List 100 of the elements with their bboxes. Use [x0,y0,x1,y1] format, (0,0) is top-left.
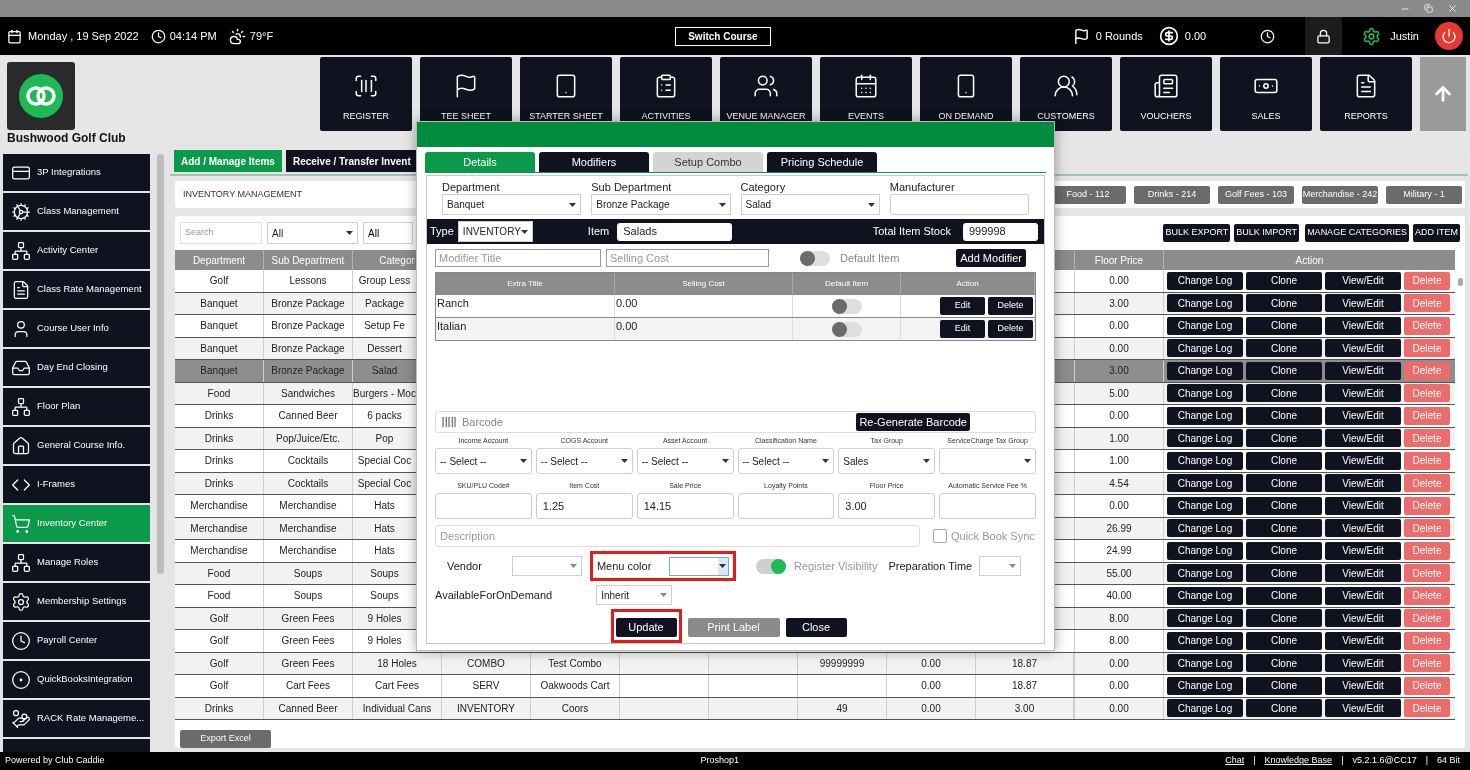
column-header: Action [1294,253,1325,268]
table-cell-text: 9 Holes [367,634,402,649]
table-cell-text: 0.00 [1109,319,1129,334]
table-cell-text: Drinks [204,454,234,469]
table-cell-text: 40.00 [1106,589,1132,604]
table-cell-text: Burgers - Moc [353,386,416,401]
separator: | [1253,754,1256,768]
table-cell-text: 55.00 [1106,566,1132,581]
table-cell: Ranch [437,297,469,309]
field-label: Manufacturer [889,180,956,194]
field-label: Item [587,224,610,240]
table-cell-text: Pop/Juice/Etc. [276,431,340,446]
table-cell-text: Green Fees [281,611,335,626]
table-cell-text: 3.00 [1109,364,1129,379]
field-label: Preparation Time [888,558,973,574]
weather-text: 79°F [249,28,274,44]
table-cell-text: Cocktails [287,454,329,469]
table-cell-text: 18 Holes [377,656,417,671]
footer-text: v5.2.1.6@CC17 [1352,754,1417,768]
table-cell-text: 49 [836,701,848,716]
table-cell-text: Green Fees [281,656,335,671]
table-cell-text: COMBO [467,656,505,671]
field-label: Sub Department [591,180,673,194]
table-cell-text: Cart Fees [375,679,419,694]
table-cell-text: Bronze Package [271,319,345,334]
table-cell-text: Lessons [289,274,327,289]
table-cell-text: Cocktails [287,476,329,491]
table-cell-text: Sandwiches [281,386,335,401]
table-cell-text: 0.00 [921,679,941,694]
field-label: Vendor [447,558,482,574]
table-cell-text: 6 packs [367,409,402,424]
table-cell-text: Merchandise [279,521,337,536]
table-cell-text: Canned Beer [278,409,338,424]
table-cell-text: Dessert [367,341,402,356]
user-name: Justin [1390,28,1419,44]
field-label: Total Item Stock [872,224,951,240]
table-cell-text: Banquet [200,364,238,379]
club-name: Bushwood Golf Club [7,131,127,145]
table-cell-text: Bronze Package [271,341,345,356]
table-cell-text: Green Fees [281,634,335,649]
panel-title: INVENTORY MANAGEMENT [183,187,303,201]
field-label: Type [430,224,454,240]
table-cell-text: 1.00 [1109,454,1129,469]
table-cell-text: INVENTORY [457,701,515,716]
table-cell-text: Cart Fees [286,679,330,694]
table-cell-text: 9 Holes [367,611,402,626]
table-cell-text: Drinks [204,409,234,424]
table-cell-text: Pop [375,431,394,446]
table-cell-text: 8.00 [1109,611,1129,626]
table-cell: Italian [437,320,467,332]
table-cell-text: Salad [371,364,398,379]
table-cell-text: 0.00 [1109,679,1129,694]
table-cell-text: Canned Beer [278,701,338,716]
table-cell-text: SERV [472,679,500,694]
table-cell-text: Package [365,296,404,311]
table-cell-text: 18.87 [1012,656,1037,671]
table-cell-text: Hats [374,544,395,559]
table-cell-text: 24.99 [1106,544,1132,559]
table-cell-text: Special Coc [357,454,412,469]
balance-text: 0.00 [1184,28,1207,44]
toggle-label: Register Visibility [793,558,878,574]
table-cell-text: Drinks [204,476,234,491]
table-cell-text: Hats [374,499,395,514]
table-cell-text: 1.00 [1109,431,1129,446]
field-label: Category [740,180,787,194]
table-cell-text: Banquet [200,319,238,334]
table-cell-text: Banquet [200,341,238,356]
table-cell-text: Hats [374,521,395,536]
table-cell-text: Banquet [200,296,238,311]
table-cell-text: 0.00 [1109,701,1129,716]
table-cell-text: Bronze Package [271,296,345,311]
table-cell-text: 18.87 [1012,679,1037,694]
table-cell-text: Food [207,589,231,604]
table-cell-text: Golf [209,274,229,289]
table-cell-text: Golf [209,611,229,626]
table-cell-text: Golf [209,679,229,694]
table-cell-text: Coors [561,701,589,716]
table-cell-text: Merchandise [279,544,337,559]
table-cell-text: Bronze Package [271,364,345,379]
table-cell-text: Drinks [204,701,234,716]
table-cell-text: Individual Cans [362,701,432,716]
footer-text: 64 Bit [1437,754,1460,768]
table-cell: 0.00 [616,297,638,309]
separator: | [1341,754,1344,768]
table-cell-text: 8.00 [1109,634,1129,649]
table-cell-text: 26.99 [1106,521,1132,536]
checkbox-label: Quick Book Sync [951,528,1035,544]
table-cell-text: Group Less [358,274,411,289]
table-cell-text: Food [207,566,231,581]
table-cell-text: 5.00 [1109,386,1129,401]
table-cell-text: Merchandise [190,521,248,536]
table-cell-text: Soups [293,589,323,604]
date-text: Monday , 19 Sep 2022 [28,28,139,44]
field-label: Department [442,180,501,194]
table-cell: 0.00 [616,320,638,332]
field-label: AvailableForOnDemand [435,587,553,603]
station-name: Proshop1 [700,754,740,768]
table-cell-text: 3.00 [1014,701,1035,716]
table-cell-text: Merchandise [190,544,248,559]
separator: | [1425,754,1428,768]
